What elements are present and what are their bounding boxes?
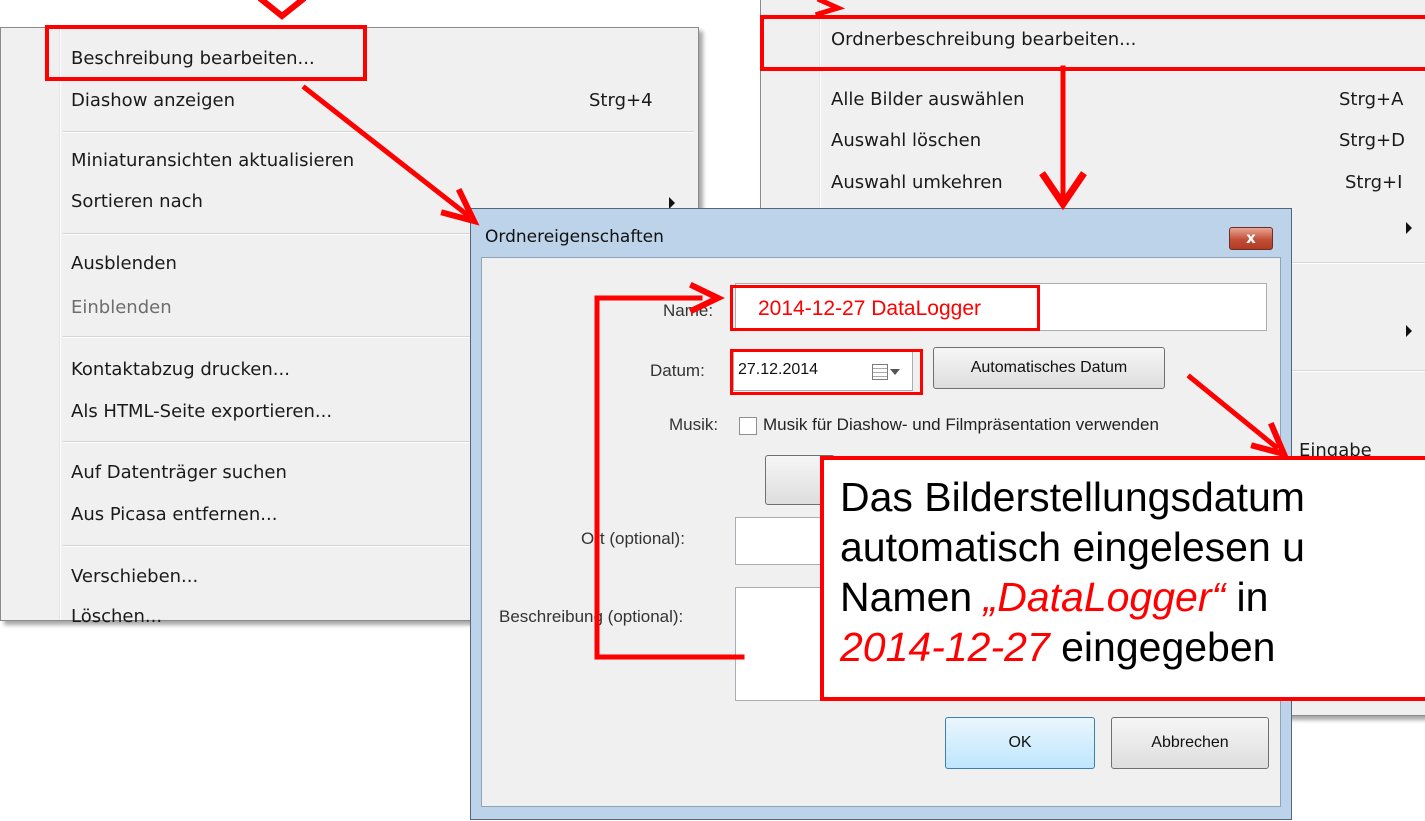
menu-gutter (59, 28, 61, 620)
submenu-arrow-icon (1406, 325, 1412, 337)
annotation-note: Das Bilderstellungsdatum automatisch ein… (820, 456, 1425, 701)
highlight-edit-folder-description (760, 15, 1425, 71)
menu-item-remove-from-picasa[interactable]: Aus Picasa entfernen... (71, 504, 277, 525)
automatic-date-button[interactable]: Automatisches Datum (933, 347, 1165, 389)
invert-selection-shortcut: Strg+I (1345, 172, 1403, 193)
highlight-date-field (730, 349, 923, 395)
menu-item-select-all[interactable]: Alle Bilder auswählen (831, 89, 1025, 110)
highlight-edit-description (45, 25, 367, 81)
annotation-line-3-post: in (1225, 574, 1269, 620)
menu-item-hide[interactable]: Ausblenden (71, 253, 177, 274)
menu-separator (63, 131, 694, 133)
submenu-arrow-icon (1406, 222, 1412, 234)
description-label: Beschreibung (optional): (499, 607, 684, 626)
annotation-line-1: Das Bilderstellungsdatum (840, 474, 1305, 520)
date-label: Datum: (650, 361, 705, 380)
annotation-line-4-post: eingegeben (1049, 624, 1276, 670)
close-icon[interactable]: x (1229, 227, 1273, 250)
select-all-shortcut: Strg+A (1339, 89, 1404, 110)
menu-item-delete[interactable]: Löschen... (71, 606, 162, 627)
dialog-title: Ordnereigenschaften (485, 227, 664, 247)
annotation-line-4-em: 2014-12-27 (840, 624, 1050, 670)
annotation-line-3-pre: Namen (840, 574, 984, 620)
menu-item-refresh-thumbnails[interactable]: Miniaturansichten aktualisieren (71, 150, 354, 171)
menu-item-unhide: Einblenden (71, 297, 172, 318)
annotation-line-3-em: „DataLogger“ (983, 574, 1226, 620)
menu-item-print-contact-sheet[interactable]: Kontaktabzug drucken... (71, 359, 290, 380)
menu-item-move[interactable]: Verschieben... (71, 566, 198, 587)
ok-button[interactable]: OK (945, 717, 1095, 769)
menu-item-slideshow[interactable]: Diashow anzeigen (71, 90, 235, 111)
annotation-line-4: 2014-12-27 eingegeben (840, 622, 1425, 672)
music-checkbox-label: Musik für Diashow- und Filmpräsentation … (763, 415, 1159, 434)
cancel-button[interactable]: Abbrechen (1111, 717, 1269, 769)
slideshow-shortcut: Strg+4 (589, 90, 653, 111)
arrow-top-left (257, 0, 307, 20)
music-label: Musik: (669, 415, 719, 434)
menu-item-export-html[interactable]: Als HTML-Seite exportieren... (71, 401, 332, 422)
music-checkbox[interactable] (739, 417, 757, 435)
place-label: Ort (optional): (581, 529, 685, 548)
annotation-line-2: automatisch eingelesen u (840, 524, 1305, 570)
name-label: Name: (663, 301, 714, 320)
clear-selection-shortcut: Strg+D (1339, 130, 1405, 151)
menu-item-clear-selection[interactable]: Auswahl löschen (831, 130, 981, 151)
annotation-line-3: Namen „DataLogger“ in (840, 572, 1425, 622)
highlight-name-field (730, 285, 1040, 331)
menu-item-sort-by[interactable]: Sortieren nach (71, 191, 203, 212)
menu-item-locate-on-disk[interactable]: Auf Datenträger suchen (71, 462, 287, 483)
menu-item-invert-selection[interactable]: Auswahl umkehren (831, 172, 1003, 193)
